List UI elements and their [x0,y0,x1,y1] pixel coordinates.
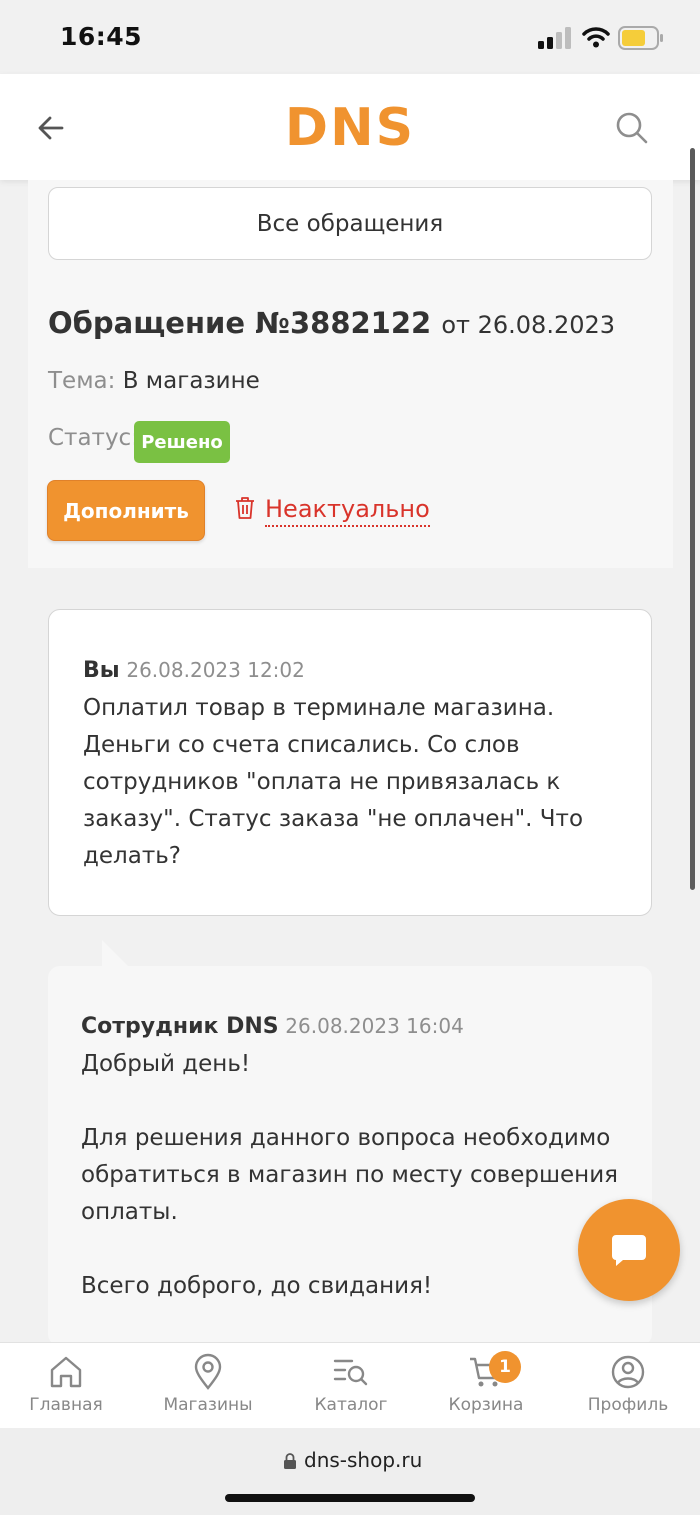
message-line [81,1083,618,1120]
message-line: Добрый день! [81,1051,251,1077]
nav-item-cart[interactable]: Корзина [416,1343,556,1429]
home-indicator[interactable] [225,1494,475,1502]
bottom-navigation: Главная Магазины Каталог Корзина Профиль [0,1342,700,1428]
message-line: Всего доброго, до свидания! [81,1273,433,1299]
message-line: сотрудников "оплата не привязалась к [83,769,561,795]
status-bar: 16:45 [0,0,700,74]
nav-item-home[interactable]: Главная [0,1343,136,1429]
ticket-topic: Тема: В магазине [48,368,260,394]
message-time: 26.08.2023 12:02 [126,658,305,682]
app-header: DNS [0,74,700,180]
message-author: Вы [83,658,120,683]
home-icon [50,1356,82,1388]
ticket-status: Статус: [48,425,139,451]
message-text: Добрый день! Для решения данного вопроса… [81,1046,618,1305]
status-label: Статус: [48,425,139,451]
message-line [81,1231,618,1268]
message-time: 26.08.2023 16:04 [285,1014,464,1038]
nav-label: Главная [29,1395,103,1415]
message-line: обратиться в магазин по месту совершения [81,1162,618,1188]
profile-icon [611,1355,645,1389]
message-line: оплаты. [81,1199,178,1225]
chat-bubble-icon [612,1235,646,1266]
nav-label: Профиль [587,1395,669,1415]
url-text: dns-shop.ru [304,1448,423,1472]
svg-text:DNS: DNS [285,102,415,150]
nav-label: Магазины [163,1395,253,1415]
topic-label: Тема: [48,368,116,394]
nav-item-catalog[interactable]: Каталог [281,1343,421,1429]
message-line: Деньги со счета списались. Со слов [83,732,520,758]
page-scrollbar[interactable] [690,148,695,890]
staff-message: Сотрудник DNS 26.08.2023 16:04 Добрый де… [48,966,652,1346]
back-arrow-icon[interactable] [32,108,72,148]
message-header: Сотрудник DNS 26.08.2023 16:04 [81,1014,464,1039]
catalog-search-icon [333,1359,368,1386]
status-time: 16:45 [60,22,143,51]
map-pin-icon [194,1353,222,1390]
user-message: Вы 26.08.2023 12:02 Оплатил товар в терм… [48,609,652,916]
cart-count-badge: 1 [489,1351,521,1383]
search-icon[interactable] [612,108,652,148]
message-author: Сотрудник DNS [81,1014,279,1039]
topic-value: В магазине [122,368,260,394]
message-line: делать? [83,843,182,869]
all-requests-button[interactable]: Все обращения [48,187,652,260]
dns-logo[interactable]: DNS [262,102,438,150]
battery-icon [618,26,663,50]
message-line: Оплатил товар в терминале магазина. [83,695,555,721]
nav-item-stores[interactable]: Магазины [138,1343,278,1429]
chat-button[interactable] [578,1199,680,1301]
browser-url-bar[interactable]: dns-shop.ru [0,1428,700,1515]
mark-irrelevant-link[interactable]: Неактуально [265,495,430,527]
message-line: заказу". Статус заказа "не оплачен". Что [83,806,584,832]
ticket-number: Обращение №3882122 [48,306,432,340]
cellular-signal-icon [538,27,571,49]
nav-item-profile[interactable]: Профиль [558,1343,698,1429]
message-line: Для решения данного вопроса необходимо [81,1125,611,1151]
nav-label: Каталог [314,1395,388,1415]
status-badge: Решено [134,421,230,463]
message-text: Оплатил товар в терминале магазина. День… [83,690,583,875]
wifi-icon [582,27,610,48]
trash-icon[interactable] [234,496,256,520]
supplement-button[interactable]: Дополнить [47,480,205,541]
ticket-date: от 26.08.2023 [441,311,616,339]
message-header: Вы 26.08.2023 12:02 [83,658,305,683]
lock-icon [284,1453,296,1469]
nav-label: Корзина [448,1395,524,1415]
ticket-title: Обращение №3882122 от 26.08.2023 [48,306,615,340]
